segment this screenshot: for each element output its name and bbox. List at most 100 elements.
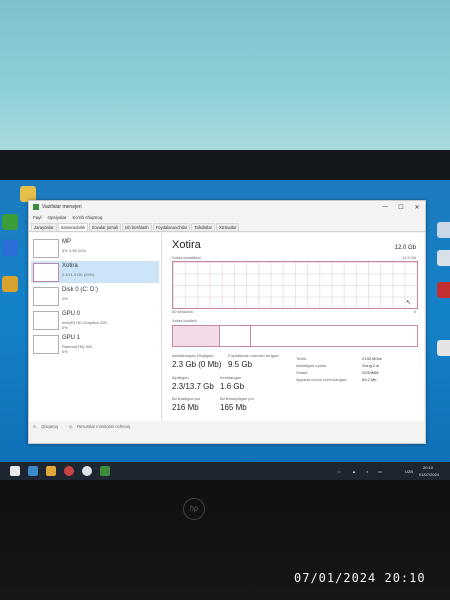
stat-value-paged-pool: 216 Mb bbox=[172, 403, 199, 412]
store-icon[interactable] bbox=[28, 466, 38, 476]
opera-icon[interactable] bbox=[64, 466, 74, 476]
resource-monitor-link[interactable]: Resurslar monitorini ochmoq bbox=[77, 424, 130, 429]
kv-value-form: SODIMM bbox=[362, 370, 379, 375]
task-manager-taskbar-icon[interactable] bbox=[100, 466, 110, 476]
desktop-file-icon[interactable] bbox=[437, 282, 450, 298]
composition-modified bbox=[220, 326, 251, 346]
sidebar-item-detail: Radeon(TM) 520 0% bbox=[62, 344, 93, 354]
kv-value-slots: 2ning 2 si bbox=[362, 363, 380, 368]
tab-performance[interactable]: Samaradorlik bbox=[57, 223, 89, 231]
kv-value-reserved: 83.2 Mb bbox=[362, 377, 377, 382]
sidebar-item-label: Xotira bbox=[62, 263, 78, 269]
menu-view[interactable]: Ko‘rib chiqmoq bbox=[73, 215, 103, 220]
page-title: Xotira bbox=[172, 239, 201, 251]
memory-composition-bar bbox=[172, 325, 418, 347]
memory-capacity: 12.0 Gb bbox=[394, 245, 416, 251]
usage-label: Xotira ishlatilishi bbox=[172, 255, 201, 260]
chrome-icon[interactable] bbox=[82, 466, 92, 476]
sidebar-item-label: Disk 0 (C: D:) bbox=[62, 287, 98, 293]
stat-label-cached: Keshlangan bbox=[220, 375, 242, 380]
tray-date[interactable]: 01/07/2024 bbox=[419, 472, 439, 477]
menu-bar: Fayl Opsiyalar Ko‘rib chiqmoq bbox=[29, 213, 425, 222]
stat-value-in-use: 2.3 Gb (0 Mb) bbox=[172, 360, 222, 369]
stat-value-committed: 2.3/13.7 Gb bbox=[172, 382, 214, 391]
stat-label-committed: Ajratilgan bbox=[172, 375, 189, 380]
resource-sidebar: MP 6% 3.96 GGs Xotira 2.4/11.9 Gb (20%) … bbox=[29, 233, 162, 421]
stat-label-nonpaged-pool: Bo‘linmaydigan pul bbox=[220, 396, 254, 401]
sidebar-item-detail: 0% bbox=[62, 296, 68, 301]
time-end-label: 0 bbox=[413, 309, 416, 314]
stat-value-cached: 1.6 Gb bbox=[220, 382, 245, 391]
tab-app-history[interactable]: Ilovalar jurnali bbox=[89, 223, 122, 231]
sidebar-item-detail: 6% 3.96 GGs bbox=[62, 248, 87, 253]
sidebar-item-disk[interactable]: Disk 0 (C: D:) 0% bbox=[31, 285, 159, 307]
gpu0-thumbnail bbox=[33, 311, 59, 330]
fewer-details-link[interactable]: Qisqaroq bbox=[41, 424, 58, 429]
desktop-app-icon[interactable] bbox=[2, 214, 18, 230]
menu-file[interactable]: Fayl bbox=[33, 215, 42, 220]
tray-language[interactable]: UZB bbox=[405, 469, 413, 474]
cpu-thumbnail bbox=[33, 239, 59, 258]
desktop-file-icon[interactable] bbox=[437, 340, 450, 356]
kv-key-form: Shakli: bbox=[296, 370, 309, 375]
time-label: 60 sekunda bbox=[172, 309, 193, 314]
sidebar-item-label: MP bbox=[62, 239, 71, 245]
memory-usage-graph: ↖ bbox=[172, 261, 418, 309]
hp-logo: hp bbox=[183, 498, 205, 520]
memory-panel: Xotira 12.0 Gb Xotira ishlatilishi 11.9 … bbox=[162, 233, 424, 421]
tab-services[interactable]: Xizmatlar bbox=[215, 223, 240, 231]
tab-bar: Jarayonlar Samaradorlik Ilovalar jurnali… bbox=[29, 222, 425, 232]
cursor-icon: ↖ bbox=[405, 300, 411, 306]
tab-startup[interactable]: Ish boshlash bbox=[122, 223, 152, 231]
kv-key-reserved: Apparat uchun rezervlangan: bbox=[296, 377, 348, 382]
disk-thumbnail bbox=[33, 287, 59, 306]
photo-timestamp: 07/01/2024 20:10 bbox=[294, 571, 426, 585]
memory-thumbnail bbox=[33, 263, 59, 282]
fewer-details-icon[interactable]: ⊙ bbox=[33, 424, 37, 429]
sidebar-item-gpu1[interactable]: GPU 1 Radeon(TM) 520 0% bbox=[31, 333, 159, 355]
desktop-app-icon[interactable] bbox=[2, 240, 18, 256]
tab-users[interactable]: Foydalanuvchilar bbox=[152, 223, 191, 231]
start-icon[interactable] bbox=[10, 466, 20, 476]
minimize-icon[interactable]: — bbox=[377, 204, 393, 211]
window-footer: ⊙ Qisqaroq ◎ Resurslar monitorini ochmoq bbox=[29, 421, 425, 443]
kv-value-speed: 2133 MGts bbox=[362, 356, 382, 361]
kv-key-slots: Ishlatilgan uyalar: bbox=[296, 363, 328, 368]
gpu1-thumbnail bbox=[33, 335, 59, 354]
sidebar-item-memory[interactable]: Xotira 2.4/11.9 Gb (20%) bbox=[31, 261, 159, 283]
resource-monitor-icon[interactable]: ◎ bbox=[69, 424, 73, 429]
sidebar-item-detail: 2.4/11.9 Gb (20%) bbox=[62, 272, 95, 277]
tray-network-icon[interactable]: ▲ bbox=[352, 469, 356, 474]
desktop-file-icon[interactable] bbox=[437, 222, 450, 238]
explorer-icon[interactable] bbox=[46, 466, 56, 476]
tray-volume-icon[interactable]: ◖ bbox=[366, 469, 368, 474]
tray-time[interactable]: 20:10 bbox=[423, 465, 433, 470]
stat-label-in-use: Ishlatilmoqda (Siqilgan) bbox=[172, 353, 214, 358]
kv-key-speed: Tezlik: bbox=[296, 356, 308, 361]
composition-label: Xotira tuzilishi bbox=[172, 318, 197, 323]
tray-battery-icon[interactable]: ▭ bbox=[378, 469, 382, 474]
menu-options[interactable]: Opsiyalar bbox=[48, 215, 67, 220]
title-bar[interactable]: Vazifalar menejeri — ☐ ✕ bbox=[29, 201, 425, 213]
desktop-folder-icon[interactable] bbox=[2, 276, 18, 292]
taskbar: ⌂ ▲ ◖ ▭ UZB 20:10 01/07/2024 bbox=[0, 462, 450, 480]
desktop-file-icon[interactable] bbox=[437, 250, 450, 266]
tray-people-icon[interactable]: ⌂ bbox=[338, 469, 340, 474]
sidebar-item-label: GPU 0 bbox=[62, 311, 81, 317]
close-icon[interactable]: ✕ bbox=[409, 204, 425, 211]
stat-value-nonpaged-pool: 165 Mb bbox=[220, 403, 247, 412]
usage-max: 11.9 Gb bbox=[402, 255, 416, 260]
sidebar-item-gpu0[interactable]: GPU 0 Intel(R) HD Graphics 620 0% bbox=[31, 309, 159, 331]
tab-processes[interactable]: Jarayonlar bbox=[31, 223, 57, 231]
sidebar-item-cpu[interactable]: MP 6% 3.96 GGs bbox=[31, 237, 159, 259]
task-manager-window: Vazifalar menejeri — ☐ ✕ Fayl Opsiyalar … bbox=[28, 200, 426, 444]
maximize-icon[interactable]: ☐ bbox=[393, 204, 409, 211]
stat-value-available: 9.5 Gb bbox=[228, 360, 253, 369]
stat-label-available: Foydalanish mumkin bo‘lgan bbox=[228, 353, 279, 358]
background-wall bbox=[0, 0, 450, 150]
sidebar-item-detail: Intel(R) HD Graphics 620 0% bbox=[62, 320, 107, 330]
window-title: Vazifalar menejeri bbox=[42, 204, 82, 210]
stat-label-paged-pool: Bo‘linadigan pul bbox=[172, 396, 201, 401]
app-icon bbox=[33, 204, 39, 210]
tab-details[interactable]: Tafsilotlar bbox=[191, 223, 215, 231]
